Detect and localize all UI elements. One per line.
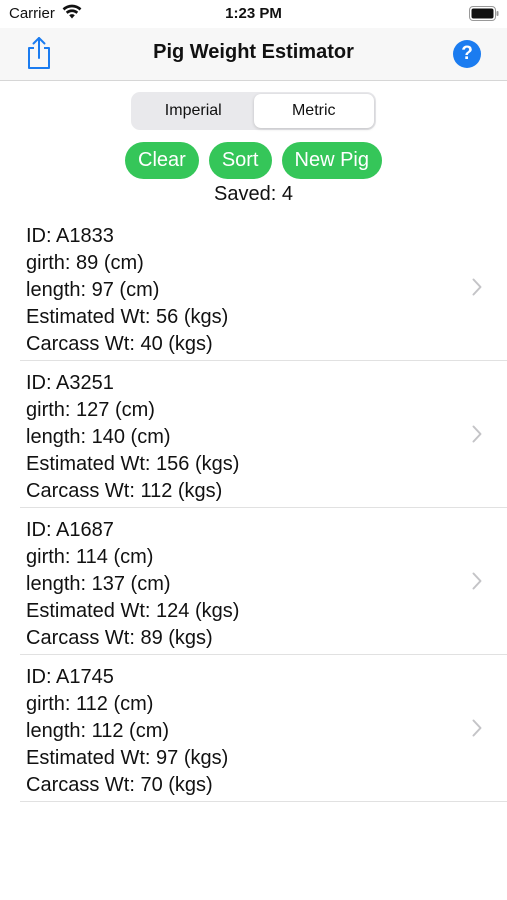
status-bar: Carrier 1:23 PM [0, 0, 507, 28]
pig-length: length: 137 (cm) [26, 573, 171, 595]
pig-id: ID: A1833 [26, 225, 114, 247]
pig-estimated-weight: Estimated Wt: 124 (kgs) [26, 600, 240, 622]
pig-length: length: 112 (cm) [26, 720, 170, 742]
saved-count: Saved: 4 [214, 183, 293, 205]
list-item[interactable]: ID: A1745 girth: 112 (cm) length: 112 (c… [0, 655, 507, 802]
pig-id: ID: A3251 [26, 372, 114, 394]
segment-metric[interactable]: Metric [253, 94, 374, 128]
navigation-bar: Pig Weight Estimator ? [0, 28, 507, 81]
pig-carcass-weight: Carcass Wt: 40 (kgs) [26, 333, 213, 355]
pig-estimated-weight: Estimated Wt: 156 (kgs) [26, 453, 240, 475]
pig-length: length: 97 (cm) [26, 279, 160, 301]
chevron-right-icon [472, 719, 482, 737]
pig-id: ID: A1687 [26, 519, 114, 541]
new-pig-button[interactable]: New Pig [281, 142, 382, 179]
pig-girth: girth: 112 (cm) [26, 693, 154, 715]
pig-carcass-weight: Carcass Wt: 112 (kgs) [26, 480, 223, 502]
units-segmented-control: Imperial Metric [131, 92, 376, 130]
help-button[interactable]: ? [453, 40, 481, 68]
pig-girth: girth: 89 (cm) [26, 252, 144, 274]
list-item[interactable]: ID: A1687 girth: 114 (cm) length: 137 (c… [0, 508, 507, 655]
chevron-right-icon [472, 425, 482, 443]
segment-imperial[interactable]: Imperial [133, 94, 254, 128]
battery-icon [469, 6, 499, 21]
list-item[interactable]: ID: A3251 girth: 127 (cm) length: 140 (c… [0, 361, 507, 508]
pig-carcass-weight: Carcass Wt: 70 (kgs) [26, 774, 213, 796]
pig-id: ID: A1745 [26, 666, 114, 688]
pig-estimated-weight: Estimated Wt: 56 (kgs) [26, 306, 229, 328]
pig-list: ID: A1833 girth: 89 (cm) length: 97 (cm)… [0, 214, 507, 802]
clear-button[interactable]: Clear [125, 142, 199, 179]
pig-girth: girth: 127 (cm) [26, 399, 155, 421]
chevron-right-icon [472, 278, 482, 296]
sort-button[interactable]: Sort [208, 142, 272, 179]
chevron-right-icon [472, 572, 482, 590]
pig-estimated-weight: Estimated Wt: 97 (kgs) [26, 747, 229, 769]
list-item[interactable]: ID: A1833 girth: 89 (cm) length: 97 (cm)… [0, 214, 507, 361]
pig-carcass-weight: Carcass Wt: 89 (kgs) [26, 627, 213, 649]
status-time: 1:23 PM [225, 5, 282, 22]
pig-girth: girth: 114 (cm) [26, 546, 154, 568]
action-buttons: Clear Sort New Pig [0, 142, 507, 179]
pig-length: length: 140 (cm) [26, 426, 171, 448]
page-title: Pig Weight Estimator [153, 41, 354, 63]
